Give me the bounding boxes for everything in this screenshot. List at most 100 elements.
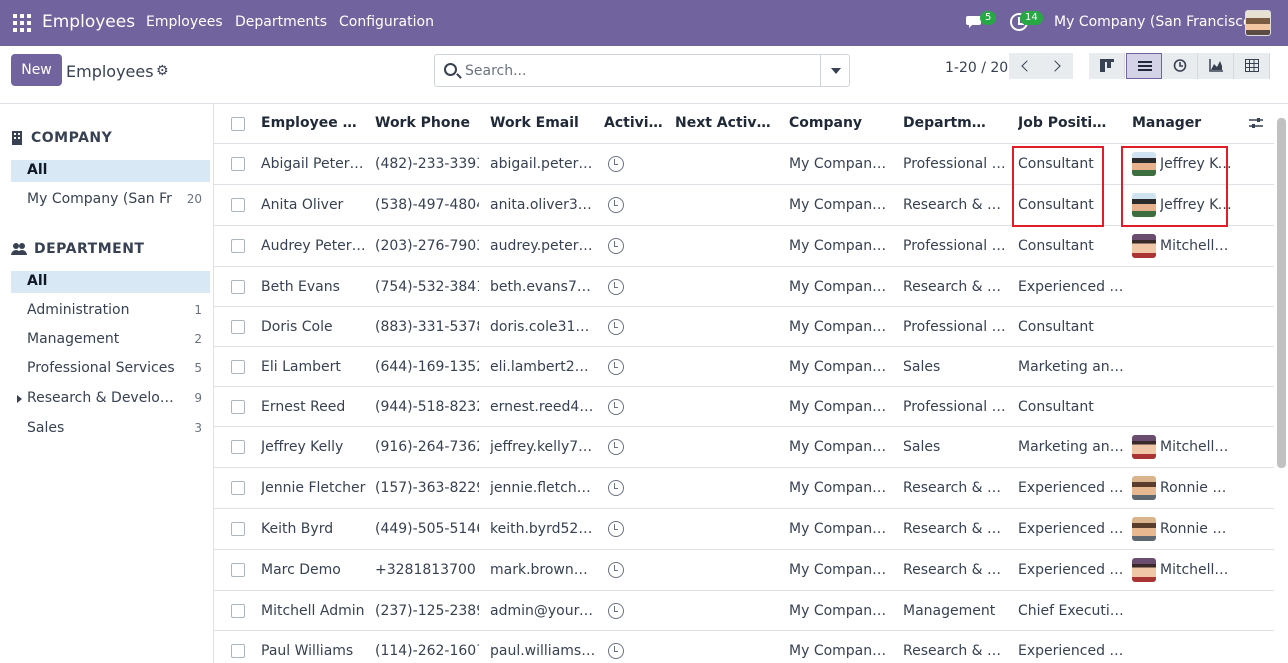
highlight-box-manager (1121, 146, 1228, 227)
filter-label: Management (27, 331, 120, 347)
table-row[interactable]: Keith Byrd (449)-505-5146 keith.byrd52@exa… (214, 509, 1274, 550)
table-row[interactable]: Paul Williams (114)-262-1607 paul.williams… (214, 631, 1274, 663)
graph-view-button[interactable] (1198, 53, 1234, 79)
vertical-scrollbar[interactable] (1277, 118, 1286, 468)
department-filter-all[interactable]: All (11, 271, 210, 293)
pager-value[interactable]: 1-20 / 20 (945, 60, 1008, 76)
row-checkbox[interactable] (231, 644, 245, 658)
user-avatar[interactable] (1245, 10, 1271, 36)
filter-label: Research & Development (27, 390, 181, 406)
gear-icon[interactable]: ⚙ (156, 63, 169, 79)
activity-view-button[interactable] (1162, 53, 1198, 79)
activity-clock-icon[interactable] (608, 319, 624, 335)
new-button[interactable]: New (11, 54, 62, 86)
department-filter-administration[interactable]: Administration 1 (11, 300, 210, 322)
cell-phone: (114)-262-1607 (375, 643, 479, 659)
row-checkbox[interactable] (231, 157, 245, 171)
activity-clock-icon[interactable] (608, 197, 624, 213)
search-input[interactable] (465, 60, 820, 82)
row-checkbox[interactable] (231, 563, 245, 577)
department-filter-research-development[interactable]: Research & Development 9 (11, 388, 210, 410)
column-department[interactable]: Department (903, 115, 989, 131)
pager-previous-button[interactable] (1009, 53, 1041, 79)
activity-clock-icon[interactable] (608, 156, 624, 172)
users-icon (11, 243, 27, 255)
activity-clock-icon[interactable] (608, 279, 624, 295)
table-row[interactable]: Jeffrey Kelly (916)-264-7362 jeffrey.kelly… (214, 427, 1274, 468)
cell-manager: Ronnie Hart (1160, 480, 1232, 496)
row-checkbox[interactable] (231, 198, 245, 212)
kanban-view-button[interactable] (1089, 53, 1125, 79)
column-company[interactable]: Company (789, 115, 889, 131)
cell-company: My Company (San Francisco) (789, 156, 893, 172)
column-employee-name[interactable]: Employee Name (261, 115, 365, 131)
cell-department: Management (903, 603, 996, 619)
row-checkbox[interactable] (231, 522, 245, 536)
menu-employees[interactable]: Employees (146, 14, 223, 30)
search-bar (434, 54, 850, 87)
row-checkbox[interactable] (231, 360, 245, 374)
apps-grid-icon[interactable] (13, 14, 31, 32)
search-icon (444, 63, 457, 76)
row-checkbox[interactable] (231, 604, 245, 618)
manager-avatar (1132, 517, 1156, 541)
cell-job: Consultant (1018, 319, 1094, 335)
activity-clock-icon[interactable] (608, 439, 624, 455)
app-title[interactable]: Employees (42, 12, 135, 32)
column-work-email[interactable]: Work Email (490, 115, 594, 131)
activity-clock-icon[interactable] (608, 399, 624, 415)
table-row[interactable]: Ernest Reed (944)-518-8232 ernest.reed47@e… (214, 387, 1274, 427)
table-row[interactable]: Beth Evans (754)-532-3841 beth.evans77@exa… (214, 267, 1274, 307)
list-view-icon (1138, 61, 1152, 71)
department-filter-management[interactable]: Management 2 (11, 329, 210, 351)
table-row[interactable]: Audrey Peterson (203)-276-7903 audrey.pete… (214, 226, 1274, 267)
activity-clock-icon[interactable] (608, 480, 624, 496)
column-job-position[interactable]: Job Position (1018, 115, 1108, 131)
activity-clock-icon[interactable] (608, 521, 624, 537)
column-settings-icon[interactable] (1249, 117, 1263, 129)
company-filter-all[interactable]: All (11, 160, 210, 182)
pager-next-button[interactable] (1041, 53, 1073, 79)
select-all-checkbox[interactable] (231, 117, 245, 131)
department-filter-professional-services[interactable]: Professional Services 5 (11, 358, 210, 380)
activity-clock-icon[interactable] (608, 238, 624, 254)
department-filter-sales[interactable]: Sales 3 (11, 418, 210, 440)
table-row[interactable]: Anita Oliver (538)-497-4804 anita.oliver32… (214, 185, 1274, 226)
column-work-phone[interactable]: Work Phone (375, 115, 479, 131)
row-checkbox[interactable] (231, 239, 245, 253)
cell-job: Consultant (1018, 399, 1094, 415)
company-filter-my-company[interactable]: My Company (San Francisco) 20 (11, 189, 210, 211)
table-row[interactable]: Eli Lambert (644)-169-1352 eli.lambert22@e… (214, 347, 1274, 387)
table-row[interactable]: Mitchell Admin (237)-125-2389 admin@yourco… (214, 591, 1274, 631)
activity-clock-icon[interactable] (608, 562, 624, 578)
list-view-button[interactable] (1126, 53, 1162, 79)
table-row[interactable]: Abigail Peterson (482)-233-3393 abigail.pe… (214, 144, 1274, 185)
company-switcher[interactable]: My Company (San Francisco) (1054, 14, 1257, 30)
cell-company: My Company (San Francisco) (789, 279, 893, 295)
row-checkbox[interactable] (231, 320, 245, 334)
table-row[interactable]: Marc Demo +3281813700 mark.brown23@example… (214, 550, 1274, 591)
activity-clock-icon[interactable] (608, 643, 624, 659)
activity-clock-icon[interactable] (608, 359, 624, 375)
column-manager[interactable]: Manager (1132, 115, 1232, 131)
column-next-activity[interactable]: Next Activity (675, 115, 775, 131)
row-checkbox[interactable] (231, 481, 245, 495)
cell-name: Doris Cole (261, 319, 333, 335)
table-row[interactable]: Doris Cole (883)-331-5378 doris.cole31@exa… (214, 307, 1274, 347)
cell-department: Research & Development (903, 197, 1011, 213)
cell-phone: (644)-169-1352 (375, 359, 479, 375)
row-checkbox[interactable] (231, 440, 245, 454)
filter-label: My Company (San Francisco) (27, 191, 172, 207)
cell-department: Research & Development (903, 643, 1011, 659)
row-checkbox[interactable] (231, 400, 245, 414)
caret-right-icon[interactable] (17, 395, 22, 403)
activity-clock-icon[interactable] (608, 603, 624, 619)
menu-configuration[interactable]: Configuration (339, 14, 434, 30)
pivot-view-button[interactable] (1234, 53, 1270, 79)
menu-departments[interactable]: Departments (235, 14, 327, 30)
cell-email: jennie.fletcher76@example.com (490, 480, 596, 496)
table-row[interactable]: Jennie Fletcher (157)-363-8229 jennie.flet… (214, 468, 1274, 509)
column-activities[interactable]: Activities (604, 115, 666, 131)
row-checkbox[interactable] (231, 280, 245, 294)
search-options-toggle[interactable] (820, 55, 850, 86)
